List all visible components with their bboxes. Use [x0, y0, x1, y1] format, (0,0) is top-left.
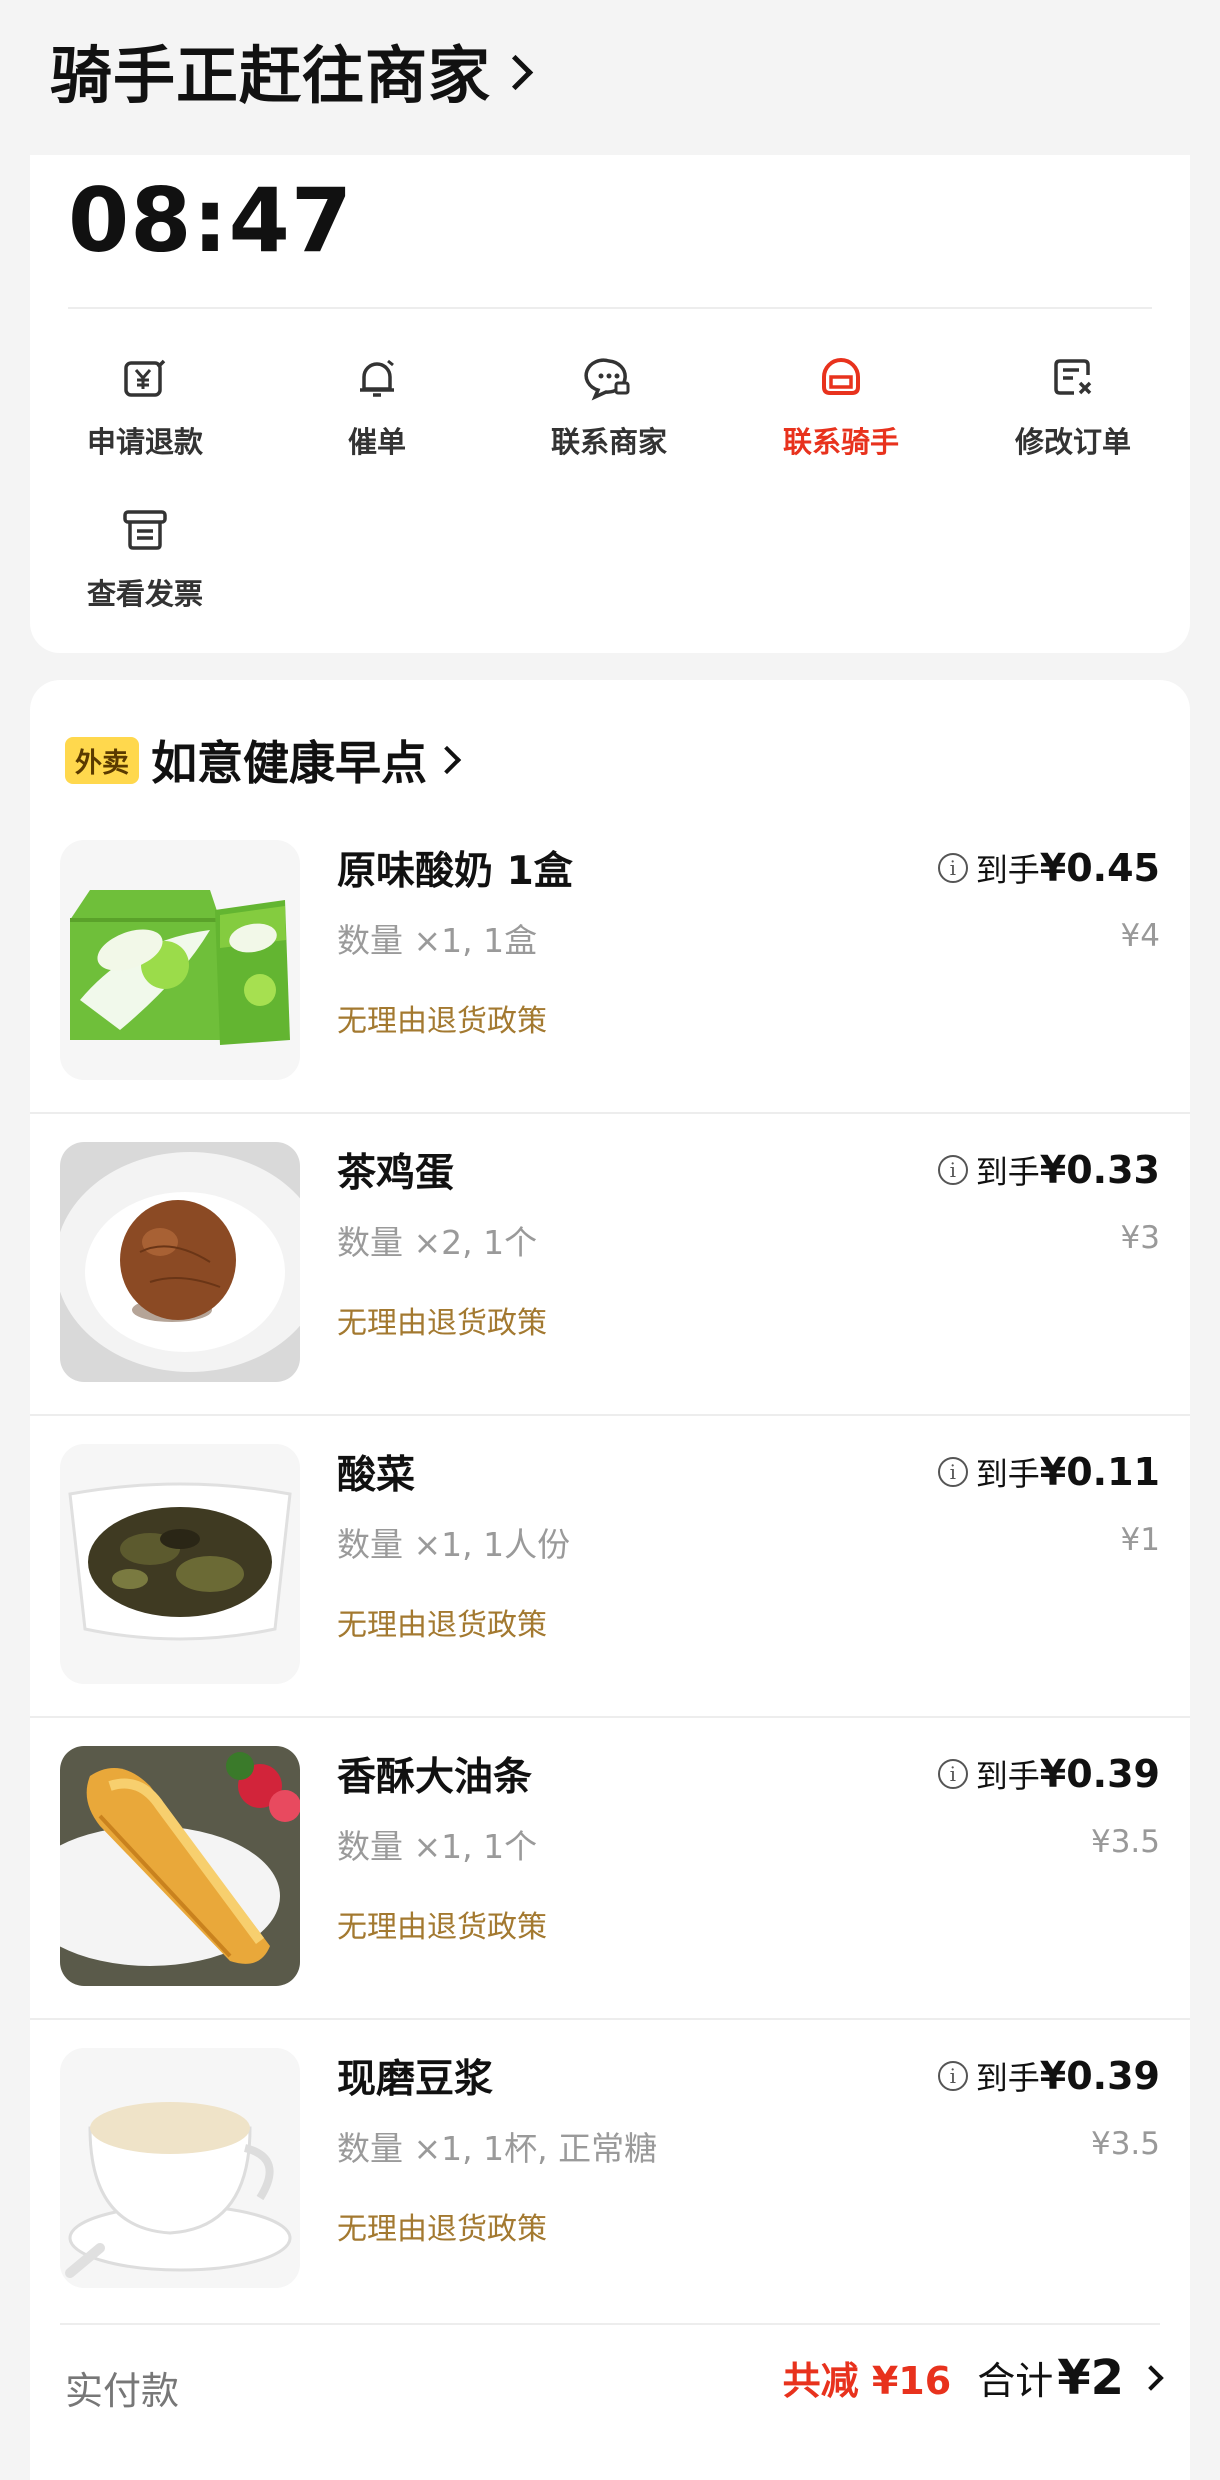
info-icon[interactable]: i: [937, 1457, 968, 1487]
item-name: 现磨豆浆: [337, 2057, 494, 2102]
return-policy-link[interactable]: 无理由退货政策: [337, 996, 547, 1040]
chevron-right-icon: [497, 54, 534, 90]
item-spec: 数量 ×2, 1个: [337, 1223, 538, 1262]
divider: [30, 2018, 1190, 2020]
item-name: 酸菜: [337, 1453, 416, 1498]
order-item[interactable]: 茶鸡蛋 数量 ×2, 1个 无理由退货政策 i 到手 ¥0.33 ¥3: [30, 1142, 1190, 1444]
net-price-value: ¥0.11: [1039, 1450, 1160, 1494]
total-value: ¥2: [1057, 2350, 1124, 2406]
action-label: 查看发票: [86, 577, 203, 611]
item-name: 原味酸奶 1盒: [337, 849, 573, 894]
invoice-icon: [120, 505, 170, 555]
refund-button[interactable]: 申请退款: [45, 353, 245, 461]
discount-total: 共减 ¥16: [782, 2359, 952, 2403]
contact-rider-button[interactable]: 联系骑手: [741, 353, 941, 461]
original-price: ¥3.5: [1090, 2126, 1160, 2162]
delivery-time: 08:47: [68, 169, 354, 272]
divider: [30, 1716, 1190, 1718]
item-name: 茶鸡蛋: [337, 1151, 455, 1196]
original-price: ¥1: [1120, 1522, 1160, 1558]
item-name: 香酥大油条: [337, 1755, 533, 1800]
item-spec: 数量 ×1, 1杯, 正常糖: [337, 2129, 658, 2168]
order-item[interactable]: 酸菜 数量 ×1, 1人份 无理由退货政策 i 到手 ¥0.11 ¥1: [30, 1444, 1190, 1746]
action-label: 申请退款: [86, 425, 203, 459]
order-items-card: 外卖 如意健康早点 原味酸奶 1盒 数量 ×1, 1盒 无理由退货政策 i 到手…: [30, 680, 1190, 2480]
net-price-value: ¥0.45: [1039, 846, 1160, 890]
return-policy-link[interactable]: 无理由退货政策: [337, 1902, 547, 1946]
pickled-cabbage-image: [60, 1444, 300, 1684]
yogurt-image: [60, 840, 300, 1080]
net-price: i 到手 ¥0.45: [937, 845, 1160, 891]
action-label: 联系商家: [550, 425, 667, 459]
action-label: 修改订单: [1014, 425, 1131, 459]
edit-order-icon: [1048, 353, 1098, 403]
original-price: ¥4: [1120, 918, 1160, 954]
contact-merchant-button[interactable]: 联系商家: [509, 353, 709, 461]
net-price-value: ¥0.33: [1039, 1148, 1160, 1192]
soy-milk-image: [60, 2048, 300, 2288]
action-label: 催单: [347, 425, 406, 459]
net-price-value: ¥0.39: [1039, 2054, 1160, 2098]
order-item[interactable]: 原味酸奶 1盒 数量 ×1, 1盒 无理由退货政策 i 到手 ¥0.45 ¥4: [30, 840, 1190, 1142]
info-icon[interactable]: i: [937, 1155, 968, 1185]
view-invoice-button[interactable]: 查看发票: [45, 505, 245, 613]
net-price-value: ¥0.39: [1039, 1752, 1160, 1796]
bell-icon: [352, 353, 402, 403]
item-spec: 数量 ×1, 1个: [337, 1827, 538, 1866]
divider: [30, 1414, 1190, 1416]
order-item[interactable]: 现磨豆浆 数量 ×1, 1杯, 正常糖 无理由退货政策 i 到手 ¥0.39 ¥…: [30, 2048, 1190, 2350]
order-status-header[interactable]: 骑手正赶往商家: [50, 30, 534, 112]
net-price: i 到手 ¥0.39: [937, 1751, 1160, 1797]
order-status-card: 08:47 申请退款 催单 联系商家 联系骑手 修改订单 查看发票: [30, 155, 1190, 653]
original-price: ¥3: [1120, 1220, 1160, 1256]
original-price: ¥3.5: [1090, 1824, 1160, 1860]
net-price: i 到手 ¥0.39: [937, 2053, 1160, 2099]
net-price-label: 到手: [975, 851, 1040, 889]
fried-dough-stick-image: [60, 1746, 300, 1986]
net-price-label: 到手: [975, 2059, 1040, 2097]
info-icon[interactable]: i: [937, 853, 968, 883]
net-price-label: 到手: [975, 1455, 1040, 1493]
edit-order-button[interactable]: 修改订单: [973, 353, 1173, 461]
chevron-right-icon: [1138, 2365, 1164, 2391]
order-item[interactable]: 香酥大油条 数量 ×1, 1个 无理由退货政策 i 到手 ¥0.39 ¥3.5: [30, 1746, 1190, 2048]
net-price: i 到手 ¥0.33: [937, 1147, 1160, 1193]
shop-header[interactable]: 外卖 如意健康早点: [65, 730, 462, 790]
net-price: i 到手 ¥0.11: [937, 1449, 1160, 1495]
merchant-chat-icon: [584, 353, 634, 403]
takeout-tag: 外卖: [65, 736, 139, 784]
net-price-label: 到手: [975, 1153, 1040, 1191]
item-spec: 数量 ×1, 1人份: [337, 1525, 571, 1564]
paid-label: 实付款: [65, 2369, 180, 2413]
payment-total: 共减 ¥16 合计 ¥2: [782, 2350, 1164, 2406]
info-icon[interactable]: i: [937, 1759, 968, 1789]
shop-name: 如意健康早点: [151, 736, 427, 790]
tea-egg-image: [60, 1142, 300, 1382]
return-policy-link[interactable]: 无理由退货政策: [337, 2204, 547, 2248]
return-policy-link[interactable]: 无理由退货政策: [337, 1600, 547, 1644]
divider: [68, 307, 1152, 309]
total-label: 合计: [977, 2359, 1054, 2403]
order-status-title: 骑手正赶往商家: [50, 39, 492, 112]
divider: [30, 1112, 1190, 1114]
rider-helmet-icon: [816, 353, 866, 403]
urge-order-button[interactable]: 催单: [277, 353, 477, 461]
action-label: 联系骑手: [782, 425, 899, 459]
info-icon[interactable]: i: [937, 2061, 968, 2091]
net-price-label: 到手: [975, 1757, 1040, 1795]
refund-icon: [120, 353, 170, 403]
return-policy-link[interactable]: 无理由退货政策: [337, 1298, 547, 1342]
chevron-right-icon: [432, 745, 462, 775]
divider: [60, 2323, 1160, 2325]
payment-summary[interactable]: 实付款 共减 ¥16 合计 ¥2: [65, 2350, 1164, 2420]
item-spec: 数量 ×1, 1盒: [337, 921, 538, 960]
